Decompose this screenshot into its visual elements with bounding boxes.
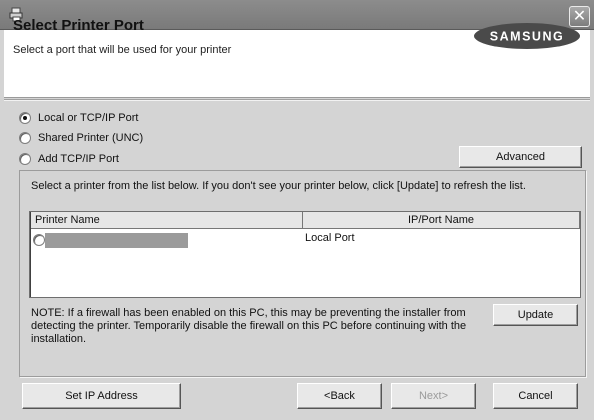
radio-shared-printer[interactable]: Shared Printer (UNC) — [19, 130, 143, 146]
radio-button[interactable] — [19, 132, 31, 144]
instruction-text: Select a printer from the list below. If… — [31, 180, 526, 192]
printer-port-cell: Local Port — [305, 232, 355, 244]
note-line: detecting the printer. Temporarily disab… — [31, 320, 467, 332]
note-line: installation. — [31, 333, 87, 345]
update-button[interactable]: Update — [493, 304, 578, 326]
radio-add-tcpip[interactable]: Add TCP/IP Port — [19, 151, 119, 167]
radio-local-tcpip[interactable]: Local or TCP/IP Port — [19, 110, 138, 126]
printer-row-radio[interactable] — [33, 234, 45, 246]
radio-label: Add TCP/IP Port — [38, 153, 119, 165]
set-ip-address-button[interactable]: Set IP Address — [22, 383, 181, 409]
firewall-note: NOTE: If a firewall has been enabled on … — [31, 307, 489, 346]
radio-label: Shared Printer (UNC) — [38, 132, 144, 144]
next-button[interactable]: Next> — [391, 383, 476, 409]
column-header-printer-name[interactable]: Printer Name — [31, 212, 303, 229]
page-title: Select Printer Port — [13, 17, 144, 34]
header-divider — [4, 99, 590, 101]
advanced-button[interactable]: Advanced — [459, 146, 582, 168]
radio-button[interactable] — [19, 153, 31, 165]
back-button[interactable]: <Back — [297, 383, 382, 409]
note-line: NOTE: If a firewall has been enabled on … — [31, 307, 466, 319]
redacted-printer-name — [45, 233, 188, 248]
column-header-port-name[interactable]: IP/Port Name — [303, 212, 580, 229]
samsung-logo: SAMSUNG — [474, 23, 580, 49]
logo-text: SAMSUNG — [490, 30, 564, 44]
cancel-button[interactable]: Cancel — [493, 383, 578, 409]
radio-button-selected[interactable] — [19, 112, 31, 124]
page-subtitle: Select a port that will be used for your… — [13, 44, 232, 56]
radio-label: Local or TCP/IP Port — [38, 112, 139, 124]
